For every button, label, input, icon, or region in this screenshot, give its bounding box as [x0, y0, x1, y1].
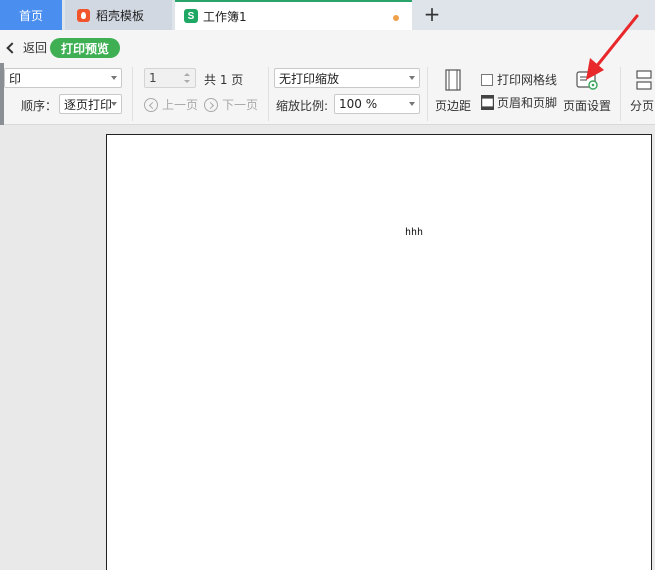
spreadsheet-icon: S: [184, 9, 198, 23]
page-margins-icon: [445, 69, 461, 91]
preview-header: 返回 打印预览: [0, 30, 655, 63]
chevron-down-icon: [111, 76, 117, 80]
page-number-value: 1: [149, 71, 157, 85]
print-gridlines-checkbox[interactable]: 打印网格线: [481, 71, 557, 88]
print-page: hhh: [106, 134, 652, 570]
unsaved-dot-icon: [393, 15, 399, 21]
docer-flame-icon: [77, 8, 90, 22]
new-tab-button[interactable]: +: [422, 3, 442, 25]
margins-label: 页边距: [434, 99, 471, 113]
arrow-right-circle-icon: [204, 97, 218, 112]
printer-select[interactable]: 印: [4, 68, 122, 88]
zoom-select[interactable]: 100 %: [334, 94, 420, 114]
back-button[interactable]: 返回: [6, 39, 48, 56]
tab-workbook-label: 工作簿1: [203, 9, 247, 24]
tab-template[interactable]: 稻壳模板: [65, 0, 172, 30]
tab-bar: 首页 稻壳模板 S 工作簿1 +: [0, 0, 655, 30]
prev-page-button[interactable]: 上一页: [144, 96, 198, 113]
next-page-label: 下一页: [222, 98, 259, 112]
print-preview-badge: 打印预览: [50, 38, 120, 58]
cell-text: hhh: [405, 227, 424, 238]
chevron-down-icon: [111, 102, 117, 106]
print-gridlines-label: 打印网格线: [497, 73, 558, 87]
prev-page-label: 上一页: [162, 98, 199, 112]
margins-button[interactable]: 页边距: [434, 69, 472, 114]
header-footer-label: 页眉和页脚: [497, 96, 558, 110]
chevron-down-icon: [409, 76, 415, 80]
chevron-down-icon: [409, 102, 415, 106]
back-label: 返回: [23, 41, 48, 55]
stepper-down-icon[interactable]: [184, 80, 190, 83]
tab-workbook[interactable]: S 工作簿1: [175, 0, 412, 30]
zoom-label: 缩放比例:: [276, 99, 329, 113]
page-total: 共 1 页: [204, 73, 244, 87]
tab-home-label: 首页: [18, 8, 43, 23]
tab-home[interactable]: 首页: [0, 0, 62, 30]
arrow-left-circle-icon: [144, 97, 158, 112]
header-footer-icon: [481, 95, 494, 110]
printer-select-value: 印: [9, 71, 22, 86]
order-select[interactable]: 逐页打印: [59, 94, 122, 114]
page-break-label: 分页: [629, 99, 654, 113]
ribbon-divider: [268, 67, 269, 121]
order-select-value: 逐页打印: [64, 97, 113, 112]
print-preview-ribbon: 印 顺序： 逐页打印 1 共 1 页 上一页 下一页 无打印缩放 缩放比例: 1…: [0, 63, 655, 125]
order-label: 顺序：: [21, 99, 58, 113]
stepper-up-icon[interactable]: [184, 73, 190, 76]
chevron-left-icon: [6, 42, 18, 54]
tab-template-label: 稻壳模板: [96, 8, 145, 23]
scaling-select-value: 无打印缩放: [279, 71, 340, 86]
next-page-button[interactable]: 下一页: [204, 96, 258, 113]
preview-workspace: hhh: [0, 125, 655, 570]
ribbon-divider: [132, 67, 133, 121]
page-number-stepper[interactable]: 1: [144, 68, 196, 88]
page-setup-label: 页面设置: [563, 99, 612, 113]
zoom-select-value: 100 %: [339, 97, 378, 111]
ribbon-divider: [427, 67, 428, 121]
scaling-select[interactable]: 无打印缩放: [274, 68, 420, 88]
checkbox-icon: [481, 73, 493, 86]
header-footer-button[interactable]: 页眉和页脚: [481, 94, 557, 111]
annotation-arrow-icon: [586, 14, 639, 80]
